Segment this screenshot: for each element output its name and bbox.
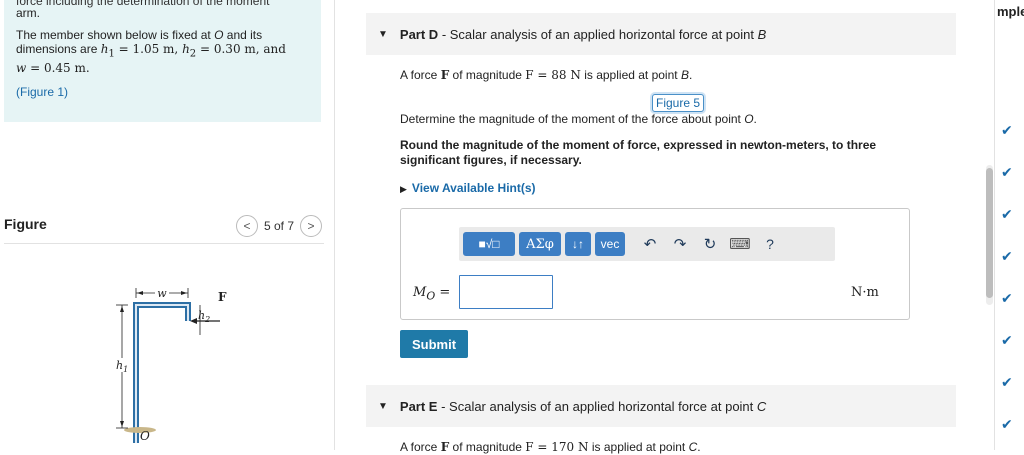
unit-label: N·m bbox=[851, 285, 879, 300]
pager-count: 5 of 7 bbox=[263, 219, 294, 233]
main-content: ▼ Part D - Scalar analysis of an applied… bbox=[336, 0, 988, 454]
next-figure-button[interactable]: > bbox=[300, 215, 322, 237]
collapse-triangle-icon: ▼ bbox=[378, 28, 388, 40]
figure-5-link[interactable]: Figure 5 bbox=[652, 94, 705, 112]
check-icon: ✔ bbox=[1001, 164, 1013, 180]
math-toolbar: ■√□ ΑΣφ ↓↑ vec ↶ ↷ ↻ ⌨ ? bbox=[459, 227, 835, 261]
right-heading-fragment: mple bbox=[997, 4, 1024, 19]
check-icon: ✔ bbox=[1001, 332, 1013, 348]
w-value: w = 0.45 m. bbox=[16, 61, 90, 76]
part-d-force-line: A force F of magnitude F = 88 N is appli… bbox=[400, 68, 693, 82]
check-icon: ✔ bbox=[1001, 122, 1013, 138]
check-icon: ✔ bbox=[1001, 248, 1013, 264]
part-e-header[interactable]: ▼ Part E - Scalar analysis of an applied… bbox=[366, 385, 956, 427]
check-icon: ✔ bbox=[1001, 416, 1013, 432]
mo-answer-input[interactable] bbox=[459, 275, 553, 309]
problem-statement: force including the determination of the… bbox=[4, 0, 321, 122]
greek-button[interactable]: ΑΣφ bbox=[519, 232, 561, 256]
check-icon: ✔ bbox=[1001, 374, 1013, 390]
keyboard-icon[interactable]: ⌨ bbox=[727, 232, 753, 256]
check-icon: ✔ bbox=[1001, 290, 1013, 306]
collapse-triangle-icon: ▼ bbox=[378, 400, 388, 412]
vector-button[interactable]: vec bbox=[595, 232, 625, 256]
hint-toggle[interactable]: ▶ View Available Hint(s) bbox=[400, 181, 536, 197]
force-label: F bbox=[218, 290, 227, 304]
scrollbar-thumb[interactable] bbox=[986, 168, 993, 298]
o-label: O bbox=[140, 429, 150, 443]
figure-header: Figure < 5 of 7 > bbox=[4, 214, 324, 244]
figure-1-link[interactable]: (Figure 1) bbox=[16, 85, 68, 99]
figure-pager: < 5 of 7 > bbox=[235, 214, 322, 238]
check-icon: ✔ bbox=[1001, 206, 1013, 222]
templates-button[interactable]: ■√□ bbox=[463, 232, 515, 256]
round-instruction: Round the magnitude of the moment of for… bbox=[400, 138, 877, 167]
w-label: w bbox=[157, 287, 167, 300]
part-e-title: Part E - Scalar analysis of an applied h… bbox=[399, 398, 767, 414]
part-e-force-line: A force F of magnitude F = 170 N is appl… bbox=[400, 440, 701, 454]
part-d-header[interactable]: ▼ Part D - Scalar analysis of an applied… bbox=[366, 13, 956, 55]
chevron-right-icon: > bbox=[307, 219, 315, 233]
intro-text: The member shown below is fixed at bbox=[16, 28, 215, 42]
problem-cut-line-2: arm. bbox=[16, 6, 40, 20]
caret-right-icon: ▶ bbox=[400, 184, 407, 194]
problem-intro: The member shown below is fixed at O and… bbox=[16, 28, 309, 75]
left-panel: force including the determination of the… bbox=[0, 0, 335, 450]
intro-text-b: and its bbox=[223, 28, 263, 42]
part-d-title: Part D - Scalar analysis of an applied h… bbox=[399, 26, 767, 42]
subscript-button[interactable]: ↓↑ bbox=[565, 232, 591, 256]
chevron-left-icon: < bbox=[243, 219, 251, 233]
submit-button[interactable]: Submit bbox=[400, 330, 468, 358]
member-shape bbox=[133, 302, 191, 443]
undo-icon[interactable]: ↶ bbox=[637, 232, 663, 256]
figure-title: Figure bbox=[4, 216, 47, 232]
h2-label: h2 bbox=[198, 309, 210, 324]
redo-icon[interactable]: ↷ bbox=[667, 232, 693, 256]
help-icon[interactable]: ? bbox=[757, 232, 783, 256]
member-diagram: w F h2 h1 O bbox=[115, 287, 227, 443]
mo-label: MO = bbox=[413, 285, 451, 303]
prev-figure-button[interactable]: < bbox=[235, 215, 258, 237]
view-hints-link[interactable]: View Available Hint(s) bbox=[412, 181, 536, 195]
right-panel: mple ✔ ✔ ✔ ✔ ✔ ✔ ✔ ✔ bbox=[994, 0, 1024, 450]
problem-cut-line: force including the determination of the… bbox=[16, 0, 270, 8]
reset-icon[interactable]: ↻ bbox=[697, 232, 723, 256]
h1-value: h1 = 1.05 m, h2 = 0.30 m, and bbox=[100, 42, 286, 60]
intro-text-c: dimensions are bbox=[16, 42, 101, 56]
answer-box: ■√□ ΑΣφ ↓↑ vec ↶ ↷ ↻ ⌨ ? MO = N·m bbox=[400, 208, 910, 320]
part-d-question: Determine the magnitude of the moment of… bbox=[400, 112, 757, 126]
